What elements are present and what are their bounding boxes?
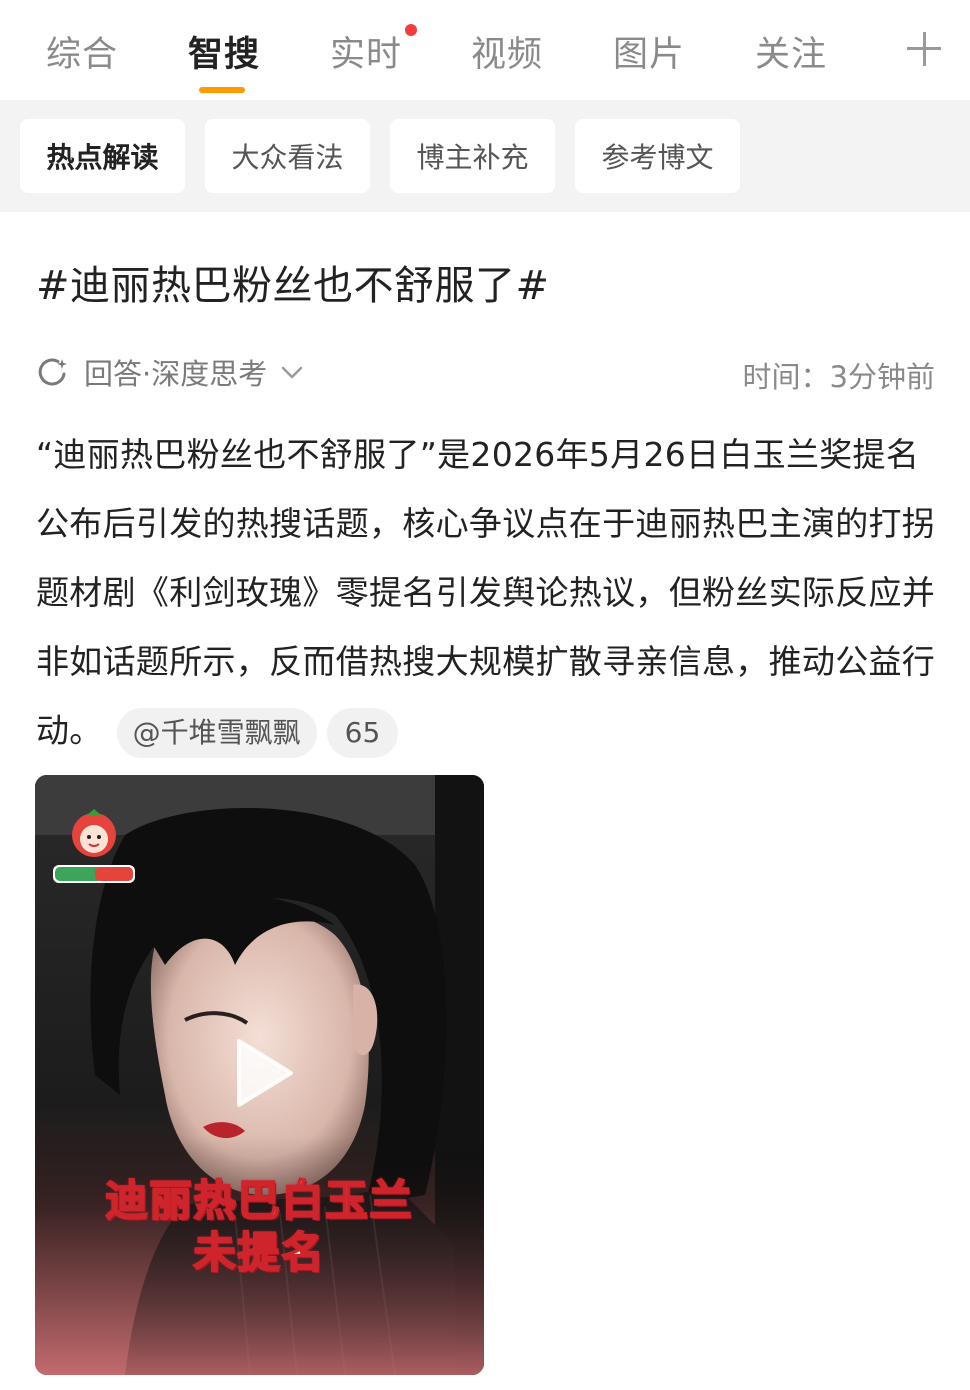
video-caption-line2: 未提名	[192, 1227, 326, 1278]
tab-following[interactable]: 关注	[755, 26, 827, 77]
subtab-blogger-supplement[interactable]: 博主补充	[390, 119, 555, 193]
tab-smart-search[interactable]: 智搜	[188, 26, 260, 77]
tomato-logo	[53, 809, 135, 883]
tab-video[interactable]: 视频	[471, 26, 543, 77]
answer-mode-selector[interactable]: 回答·深度思考	[36, 352, 305, 392]
source-count-chip[interactable]: 65	[326, 707, 399, 758]
subtab-reference-posts[interactable]: 参考博文	[575, 119, 740, 193]
tab-comprehensive[interactable]: 综合	[46, 26, 118, 77]
sub-tab-strip: 热点解读 大众看法 博主补充 参考博文	[0, 100, 970, 212]
video-thumbnail[interactable]: 迪丽热巴白玉兰 未提名	[35, 775, 484, 1375]
topic-title[interactable]: #迪丽热巴粉丝也不舒服了#	[36, 253, 550, 311]
top-tab-bar: 综合 智搜 实时 视频 图片 关注	[0, 0, 970, 100]
answer-mode-label: 回答·深度思考	[84, 357, 268, 391]
answer-time: 时间：3分钟前	[742, 360, 935, 394]
active-tab-indicator	[199, 87, 245, 93]
play-icon[interactable]	[233, 1037, 295, 1109]
subtab-hot-interpretation[interactable]: 热点解读	[20, 119, 185, 193]
answer-paragraph: “迪丽热巴粉丝也不舒服了”是2026年5月26日白玉兰奖提名公布后引发的热搜话题…	[36, 420, 936, 765]
tab-images[interactable]: 图片	[613, 26, 685, 77]
subtab-public-opinion[interactable]: 大众看法	[205, 119, 370, 193]
notification-dot	[405, 24, 417, 36]
source-author-chip[interactable]: @千堆雪飘飘	[116, 707, 317, 758]
chevron-down-icon	[282, 366, 303, 379]
answer-text: “迪丽热巴粉丝也不舒服了”是2026年5月26日白玉兰奖提名公布后引发的热搜话题…	[36, 435, 936, 750]
tab-realtime[interactable]: 实时	[330, 26, 402, 77]
refresh-sparkle-icon	[38, 358, 67, 386]
add-tab-plus-icon[interactable]	[905, 30, 943, 68]
